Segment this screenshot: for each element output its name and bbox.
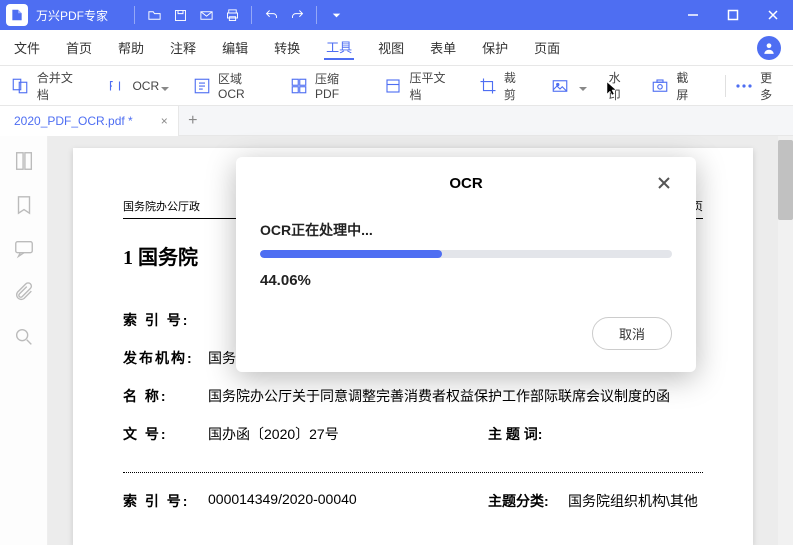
compress-label: 压缩PDF <box>315 70 361 101</box>
mail-icon[interactable] <box>193 0 219 30</box>
ocr-button[interactable]: OCR <box>104 75 169 97</box>
menu-convert[interactable]: 转换 <box>272 36 302 59</box>
document-tab[interactable]: 2020_PDF_OCR.pdf * × <box>0 106 179 136</box>
more-icon[interactable] <box>736 84 752 88</box>
dotted-divider <box>123 472 703 473</box>
side-panel <box>0 136 48 545</box>
bookmark-icon[interactable] <box>13 194 35 216</box>
search-icon[interactable] <box>13 326 35 348</box>
minimize-button[interactable] <box>673 0 713 30</box>
save-icon[interactable] <box>167 0 193 30</box>
docnum-label: 文 号: <box>123 424 208 444</box>
title-bar: 万兴PDF专家 <box>0 0 793 30</box>
category-value: 国务院组织机构\其他 <box>568 491 698 511</box>
undo-icon[interactable] <box>258 0 284 30</box>
separator <box>251 6 252 24</box>
close-window-button[interactable] <box>753 0 793 30</box>
toolbar-divider <box>725 75 726 97</box>
merge-icon <box>10 75 31 97</box>
menu-pages[interactable]: 页面 <box>532 36 562 59</box>
chevron-down-icon <box>161 82 169 90</box>
progress-percent-text: 44.06% <box>260 272 672 289</box>
compress-icon <box>288 75 309 97</box>
tab-close-icon[interactable]: × <box>161 114 168 128</box>
dialog-close-button[interactable] <box>656 175 672 195</box>
category-label: 主题分类: <box>488 491 568 511</box>
merge-label: 合并文档 <box>37 69 83 103</box>
maximize-button[interactable] <box>713 0 753 30</box>
separator <box>316 6 317 24</box>
topic-label: 主 题 词: <box>488 424 568 444</box>
area-ocr-button[interactable]: 区域OCR <box>191 70 266 101</box>
app-logo-icon <box>6 4 28 26</box>
menu-annotate[interactable]: 注释 <box>168 36 198 59</box>
menu-tools[interactable]: 工具 <box>324 35 354 60</box>
page-header-left: 国务院办公厅政 <box>123 198 200 214</box>
index2-label: 索 引 号: <box>123 491 208 511</box>
quickaccess-dropdown-icon[interactable] <box>323 0 349 30</box>
ocr-progress-dialog: OCR OCR正在处理中... 44.06% 取消 <box>236 157 696 372</box>
flatten-button[interactable]: 压平文档 <box>383 69 455 103</box>
background-button[interactable] <box>549 75 587 97</box>
progress-status-text: OCR正在处理中... <box>260 220 672 240</box>
merge-button[interactable]: 合并文档 <box>10 69 82 103</box>
ocr-icon <box>104 75 126 97</box>
tab-label: 2020_PDF_OCR.pdf * <box>14 114 133 128</box>
menu-form[interactable]: 表单 <box>428 36 458 59</box>
more-label[interactable]: 更多 <box>760 69 783 103</box>
print-icon[interactable] <box>219 0 245 30</box>
flatten-label: 压平文档 <box>410 69 456 103</box>
index2-value: 000014349/2020-00040 <box>208 491 428 511</box>
area-ocr-icon <box>191 75 212 97</box>
thumbnails-icon[interactable] <box>13 150 35 172</box>
user-avatar-icon[interactable] <box>757 36 781 60</box>
scrollbar-thumb[interactable] <box>778 140 793 220</box>
separator <box>134 6 135 24</box>
document-tabbar: 2020_PDF_OCR.pdf * × + <box>0 106 793 136</box>
flatten-icon <box>383 75 404 97</box>
camera-icon <box>650 75 671 97</box>
menu-file[interactable]: 文件 <box>12 36 42 59</box>
docnum-value: 国办函〔2020〕27号 <box>208 424 428 444</box>
progress-fill <box>260 250 442 258</box>
cursor-icon <box>605 80 621 99</box>
menu-help[interactable]: 帮助 <box>116 36 146 59</box>
index-label: 索 引 号: <box>123 310 208 330</box>
comments-icon[interactable] <box>13 238 35 260</box>
attachment-icon[interactable] <box>13 282 35 304</box>
menu-edit[interactable]: 编辑 <box>220 36 250 59</box>
cancel-button[interactable]: 取消 <box>592 317 672 350</box>
vertical-scrollbar[interactable] <box>778 136 793 545</box>
app-title: 万兴PDF专家 <box>36 7 108 24</box>
crop-button[interactable]: 裁剪 <box>477 69 527 103</box>
ocr-label: OCR <box>132 79 159 93</box>
name-label: 名 称: <box>123 386 208 406</box>
image-icon <box>549 75 571 97</box>
screenshot-button[interactable]: 截屏 <box>650 69 700 103</box>
compress-button[interactable]: 压缩PDF <box>288 70 360 101</box>
chevron-down-icon <box>579 82 587 90</box>
menu-home[interactable]: 首页 <box>64 36 94 59</box>
menu-view[interactable]: 视图 <box>376 36 406 59</box>
crop-label: 裁剪 <box>504 69 527 103</box>
name-value: 国务院办公厅关于同意调整完善消费者权益保护工作部际联席会议制度的函 <box>208 386 670 406</box>
dialog-title: OCR <box>449 175 482 192</box>
agency-label: 发布机构: <box>123 348 208 368</box>
redo-icon[interactable] <box>284 0 310 30</box>
area-ocr-label: 区域OCR <box>218 70 266 101</box>
add-tab-button[interactable]: + <box>179 112 207 130</box>
crop-icon <box>477 75 498 97</box>
open-icon[interactable] <box>141 0 167 30</box>
menu-protect[interactable]: 保护 <box>480 36 510 59</box>
progress-bar <box>260 250 672 258</box>
screenshot-label: 截屏 <box>676 69 699 103</box>
menu-bar: 文件 首页 帮助 注释 编辑 转换 工具 视图 表单 保护 页面 <box>0 30 793 66</box>
ribbon-toolbar: 合并文档 OCR 区域OCR 压缩PDF 压平文档 裁剪 水印 截屏 更多 <box>0 66 793 106</box>
